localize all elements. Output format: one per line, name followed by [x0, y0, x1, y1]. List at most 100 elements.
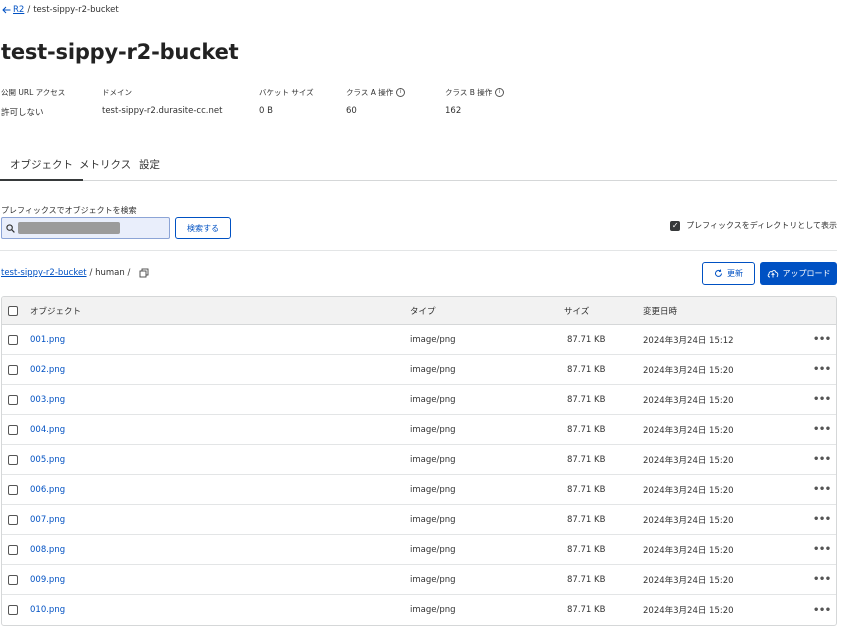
- upload-button[interactable]: アップロード: [760, 262, 837, 285]
- section-divider: [0, 250, 837, 251]
- object-size: 87.71 KB: [567, 334, 606, 345]
- breadcrumb-current: test-sippy-r2-bucket: [33, 5, 119, 15]
- object-name-link[interactable]: 006.png: [30, 485, 65, 495]
- refresh-label: 更新: [727, 269, 743, 278]
- object-type: image/png: [410, 544, 456, 555]
- table-row[interactable]: 009.png image/png 87.71 KB 2024年3月24日 15:20…: [2, 565, 836, 595]
- row-checkbox[interactable]: [8, 454, 18, 465]
- object-name-link[interactable]: 003.png: [30, 395, 65, 405]
- object-name-link[interactable]: 007.png: [30, 515, 65, 525]
- object-type: image/png: [410, 364, 456, 375]
- meta-domain: ドメイン test-sippy-r2.durasite-cc.net: [102, 86, 222, 117]
- search-icon: [6, 223, 15, 233]
- table-row[interactable]: 005.png image/png 87.71 KB 2024年3月24日 15:20…: [2, 445, 836, 475]
- object-modified: 2024年3月24日 15:20: [643, 485, 734, 496]
- object-type: image/png: [410, 334, 456, 345]
- object-type: image/png: [410, 394, 456, 405]
- refresh-icon: [715, 269, 722, 277]
- object-modified: 2024年3月24日 15:20: [643, 425, 734, 436]
- row-checkbox[interactable]: [8, 334, 18, 345]
- more-actions-icon[interactable]: •••: [813, 445, 831, 474]
- meta-label: 公開 URL アクセス: [1, 87, 66, 97]
- row-checkbox[interactable]: [8, 394, 18, 405]
- object-path: test-sippy-r2-bucket / human /: [1, 268, 149, 278]
- header-size[interactable]: サイズ: [564, 297, 589, 324]
- table-row[interactable]: 002.png image/png 87.71 KB 2024年3月24日 15:20…: [2, 355, 836, 385]
- tab-bar: オブジェクト メトリクス 設定: [0, 150, 837, 181]
- object-size: 87.71 KB: [567, 454, 606, 465]
- row-checkbox[interactable]: [8, 544, 18, 555]
- object-size: 87.71 KB: [567, 484, 606, 495]
- more-actions-icon[interactable]: •••: [813, 535, 831, 564]
- row-checkbox[interactable]: [8, 514, 18, 525]
- bucket-meta: 公開 URL アクセス 許可しない ドメイン test-sippy-r2.dur…: [1, 86, 601, 120]
- copy-icon[interactable]: [139, 268, 149, 278]
- object-name-link[interactable]: 010.png: [30, 605, 65, 615]
- select-all-checkbox[interactable]: [8, 305, 18, 316]
- object-type: image/png: [410, 514, 456, 525]
- meta-value: 許可しない: [1, 108, 44, 118]
- more-actions-icon[interactable]: •••: [813, 415, 831, 444]
- search-label: プレフィックスでオブジェクトを検索: [1, 206, 137, 215]
- row-checkbox[interactable]: [8, 424, 18, 435]
- prefix-directory-checkbox[interactable]: ✓: [670, 220, 681, 231]
- tab-settings[interactable]: 設定: [129, 150, 170, 181]
- breadcrumb-back-label[interactable]: R2: [13, 5, 24, 15]
- meta-bucket-size: バケット サイズ 0 B: [259, 86, 314, 117]
- table-row[interactable]: 008.png image/png 87.71 KB 2024年3月24日 15:20…: [2, 535, 836, 565]
- prefix-directory-label: プレフィックスをディレクトリとして表示: [686, 221, 837, 230]
- meta-label: クラス A 操作: [346, 87, 394, 97]
- object-size: 87.71 KB: [567, 424, 606, 435]
- object-modified: 2024年3月24日 15:12: [643, 335, 734, 346]
- object-size: 87.71 KB: [567, 605, 606, 615]
- info-icon[interactable]: i: [495, 87, 505, 97]
- more-actions-icon[interactable]: •••: [813, 355, 831, 384]
- refresh-button[interactable]: 更新: [702, 262, 755, 285]
- meta-value: 162: [445, 106, 462, 116]
- breadcrumb-separator: /: [27, 5, 31, 15]
- object-name-link[interactable]: 001.png: [30, 335, 65, 345]
- table-row[interactable]: 004.png image/png 87.71 KB 2024年3月24日 15:20…: [2, 415, 836, 445]
- object-name-link[interactable]: 004.png: [30, 425, 65, 435]
- object-size: 87.71 KB: [567, 574, 606, 585]
- header-object[interactable]: オブジェクト: [30, 297, 81, 324]
- meta-value: 60: [346, 106, 357, 116]
- search-button[interactable]: 検索する: [175, 217, 231, 239]
- table-row[interactable]: 003.png image/png 87.71 KB 2024年3月24日 15:20…: [2, 385, 836, 415]
- more-actions-icon[interactable]: •••: [813, 595, 831, 625]
- more-actions-icon[interactable]: •••: [813, 505, 831, 534]
- object-modified: 2024年3月24日 15:20: [643, 455, 734, 466]
- more-actions-icon[interactable]: •••: [813, 565, 831, 594]
- row-checkbox[interactable]: [8, 574, 18, 585]
- table-row[interactable]: 001.png image/png 87.71 KB 2024年3月24日 15:12…: [2, 325, 836, 355]
- meta-label: ドメイン: [102, 87, 132, 97]
- meta-public-url: 公開 URL アクセス 許可しない: [1, 86, 66, 119]
- table-row[interactable]: 007.png image/png 87.71 KB 2024年3月24日 15:20…: [2, 505, 836, 535]
- object-name-link[interactable]: 005.png: [30, 455, 65, 465]
- more-actions-icon[interactable]: •••: [813, 385, 831, 414]
- header-type[interactable]: タイプ: [410, 297, 436, 324]
- object-modified: 2024年3月24日 15:20: [643, 395, 734, 406]
- row-checkbox[interactable]: [8, 484, 18, 495]
- search-input[interactable]: [1, 217, 170, 239]
- object-type: image/png: [410, 484, 456, 495]
- more-actions-icon[interactable]: •••: [813, 325, 831, 354]
- prefix-directory-option[interactable]: ✓ プレフィックスをディレクトリとして表示: [670, 220, 837, 231]
- object-name-link[interactable]: 008.png: [30, 545, 65, 555]
- table-row[interactable]: 010.png image/png 87.71 KB 2024年3月24日 15:20…: [2, 595, 836, 625]
- table-body: 001.png image/png 87.71 KB 2024年3月24日 15:12…: [2, 325, 836, 625]
- breadcrumb-back-link[interactable]: R2: [2, 5, 24, 15]
- header-modified[interactable]: 変更日時: [643, 297, 677, 324]
- more-actions-icon[interactable]: •••: [813, 475, 831, 504]
- meta-class-b: クラス B 操作 i 162: [445, 86, 505, 116]
- cloud-upload-icon: [767, 270, 778, 278]
- path-bucket-link[interactable]: test-sippy-r2-bucket: [1, 268, 87, 278]
- row-checkbox[interactable]: [8, 364, 18, 375]
- row-checkbox[interactable]: [8, 605, 18, 615]
- info-icon[interactable]: i: [396, 87, 406, 97]
- object-modified: 2024年3月24日 15:20: [643, 545, 734, 556]
- table-row[interactable]: 006.png image/png 87.71 KB 2024年3月24日 15:20…: [2, 475, 836, 505]
- object-name-link[interactable]: 009.png: [30, 575, 65, 585]
- table-header: オブジェクト タイプ サイズ 変更日時: [2, 297, 836, 325]
- object-name-link[interactable]: 002.png: [30, 365, 65, 375]
